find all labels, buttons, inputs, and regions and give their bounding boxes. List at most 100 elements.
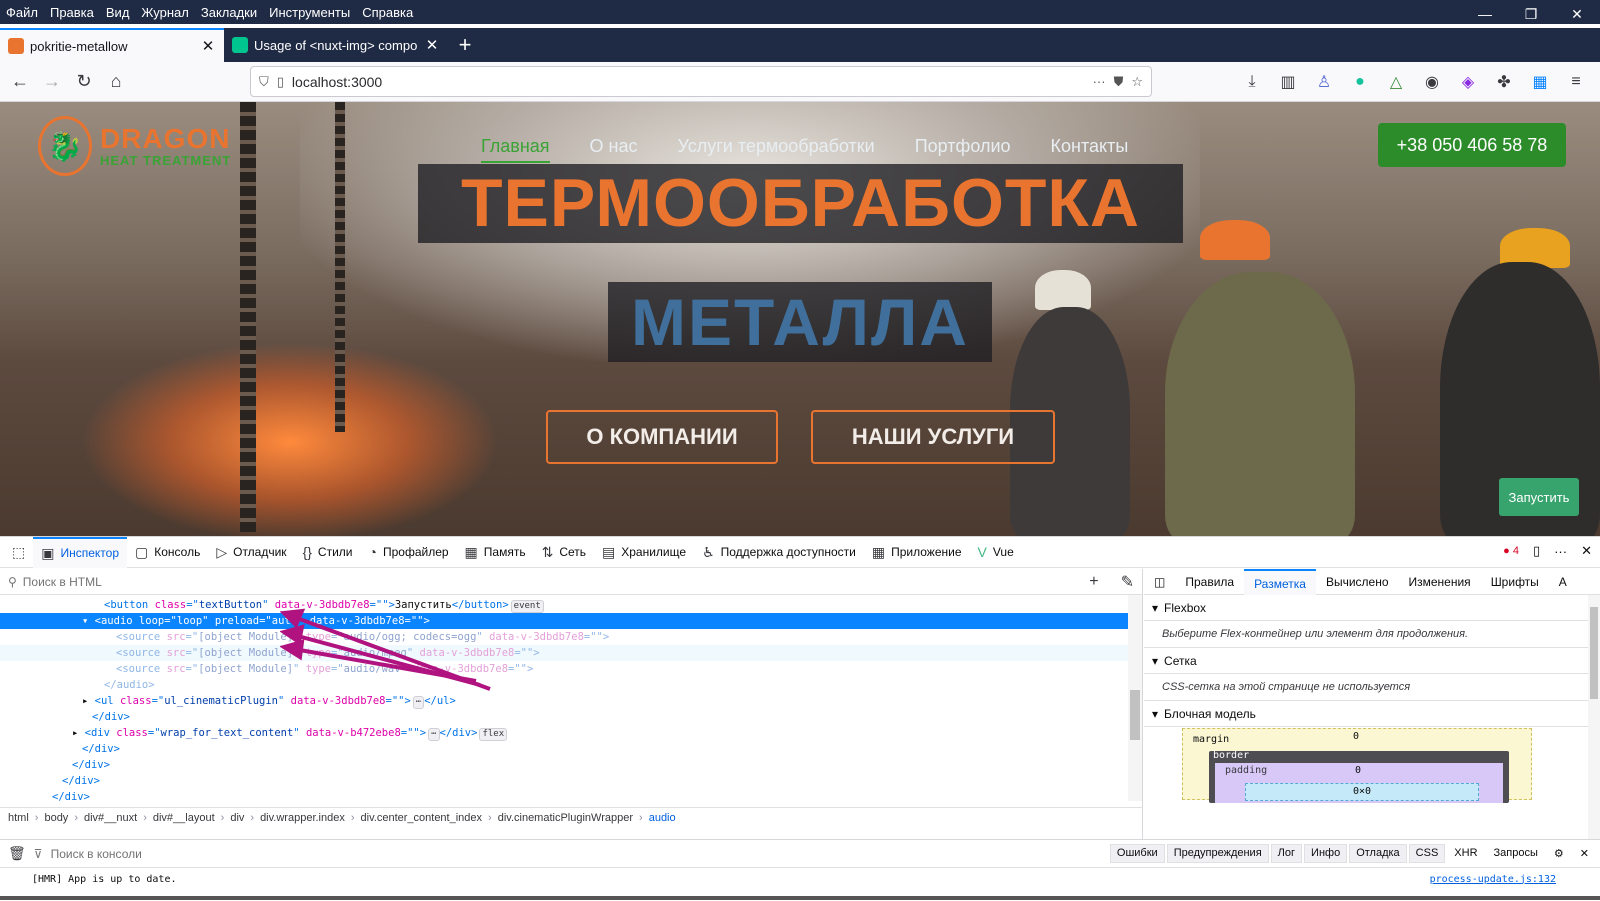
site-nav-portfolio[interactable]: Портфолио [915,136,1011,163]
phone-button[interactable]: +38 050 406 58 78 [1378,123,1566,167]
url-bar[interactable]: ⛉ ▯ localhost:3000 ··· ⛊ ☆ [250,66,1152,97]
extensions-menu-icon[interactable]: ▦ [1524,66,1556,98]
grid-section-header[interactable]: ▾ Сетка [1144,648,1600,674]
tab-pokritie[interactable]: pokritie-metallow ✕ [0,28,224,62]
menu-item[interactable]: Журнал [135,5,194,20]
add-node-icon[interactable]: + [1089,573,1098,591]
console-filter-button[interactable]: Отладка [1349,844,1407,863]
site-nav-contacts[interactable]: Контакты [1051,136,1129,163]
devtools-tab[interactable]: V Vue [970,537,1022,568]
scrollbar-thumb[interactable] [1590,607,1598,699]
dom-node-row[interactable]: ▸ <div class="wrap_for_text_content" dat… [0,725,1142,741]
home-icon[interactable]: ⌂ [100,66,132,98]
flexbox-section-header[interactable]: ▾ Flexbox [1144,595,1600,621]
extension-icon[interactable]: ♙ [1308,66,1340,98]
markup-scrollbar[interactable] [1128,595,1142,801]
sidebar-icon[interactable]: ▥ [1272,66,1304,98]
breadcrumb-item[interactable]: body [44,812,68,824]
trash-icon[interactable]: 🗑 [8,845,26,862]
box-model-margin[interactable]: margin 0 border padding 0 0×0 [1182,728,1532,803]
breadcrumb-item[interactable]: div#__nuxt [84,812,137,824]
our-services-button[interactable]: НАШИ УСЛУГИ [811,410,1055,464]
tab-nuxt-img[interactable]: Usage of <nuxt-img> compon ✕ [224,28,448,62]
close-tab-icon[interactable]: ✕ [424,36,440,54]
sidebar-scrollbar[interactable] [1588,595,1600,839]
sidebar-tab[interactable]: Вычислено [1316,569,1399,595]
close-window-button[interactable]: ✕ [1554,0,1600,28]
box-model-content[interactable]: 0×0 [1245,783,1479,801]
menu-item[interactable]: Правка [44,5,100,20]
console-filter-button[interactable]: Запросы [1487,844,1545,863]
node-badge[interactable]: event [510,600,544,613]
expand-twisty-icon[interactable]: ▸ [82,695,95,707]
box-model-border[interactable]: border padding 0 0×0 [1209,750,1509,803]
eyedropper-icon[interactable]: ✎ [1121,572,1134,592]
drive-icon[interactable]: △ [1380,66,1412,98]
node-badge[interactable]: flex [479,728,508,741]
grammarly-icon[interactable]: ● [1344,66,1376,98]
sidebar-tab[interactable]: Шрифты [1481,569,1549,595]
about-company-button[interactable]: О КОМПАНИИ [546,410,778,464]
dom-node-row[interactable]: <source src="[object Module]" type="audi… [0,629,1142,645]
menu-item[interactable]: Справка [356,5,419,20]
page-actions-icon[interactable]: ··· [1093,74,1106,89]
dom-node-row[interactable]: ▾ <audio loop="loop" preload="auto" data… [0,613,1142,629]
dom-node-row[interactable]: </div> [0,773,1142,789]
reload-icon[interactable]: ↻ [68,66,100,98]
menu-item[interactable]: Вид [100,5,136,20]
toggle-sidebar-icon[interactable]: ◫ [1144,569,1175,595]
shield-icon[interactable]: ⛉ [259,74,269,90]
dom-tree[interactable]: <button class="textButton" data-v-3dbdb7… [0,595,1142,801]
padding-top-value[interactable]: 0 [1355,765,1361,776]
more-options-icon[interactable]: ··· [1554,544,1567,559]
menu-item[interactable]: Закладки [195,5,263,20]
menu-item[interactable]: Инструменты [263,5,356,20]
sidebar-tab[interactable]: Изменения [1399,569,1481,595]
extension-purple-icon[interactable]: ◈ [1452,66,1484,98]
html-search[interactable]: ⚲ Поиск в HTML + ✎ [0,569,1142,595]
devtools-tab[interactable]: ⇅ Сеть [534,537,594,568]
devtools-tab[interactable]: ▦ Память [457,537,534,568]
devtools-tab[interactable]: ▤ Хранилище [594,537,694,568]
breadcrumb-item[interactable]: html [8,812,29,824]
html-search-input[interactable]: Поиск в HTML [23,575,1067,589]
dom-node-row[interactable]: </div> [0,757,1142,773]
restore-button[interactable]: ❐ [1508,0,1554,28]
dom-node-row[interactable]: </audio> [0,677,1142,693]
breadcrumb-item[interactable]: div#__layout [153,812,215,824]
account-icon[interactable]: ◉ [1416,66,1448,98]
error-count-badge[interactable]: ● 4 [1503,545,1519,557]
breadcrumb-item[interactable]: div.cinematicPluginWrapper [498,812,633,824]
boxmodel-section-header[interactable]: ▾ Блочная модель [1144,701,1600,727]
dom-node-row[interactable]: ▸ <ul class="ul_cinematicPlugin" data-v-… [0,693,1142,709]
close-tab-icon[interactable]: ✕ [200,37,216,55]
download-icon[interactable]: ⤓ [1236,66,1268,98]
minimize-button[interactable]: — [1462,0,1508,28]
paw-icon[interactable]: ✤ [1488,66,1520,98]
margin-top-value[interactable]: 0 [1353,731,1359,742]
close-devtools-icon[interactable]: ✕ [1581,543,1592,559]
devtools-tab[interactable]: ♿ Поддержка доступности [694,537,864,568]
close-console-icon[interactable]: ✕ [1573,844,1596,863]
url-text[interactable]: localhost:3000 [292,74,1085,90]
dom-node-row[interactable]: </div> [0,741,1142,757]
site-logo[interactable]: 🐉 DRAGON HEAT TREATMENT [38,116,231,176]
breadcrumb-item[interactable]: audio [649,812,676,824]
console-filter-button[interactable]: Предупреждения [1166,844,1269,863]
devtools-tab[interactable]: ◔ Профайлер [361,537,457,568]
devtools-tab[interactable]: ▦ Приложение [864,537,970,568]
dom-node-row[interactable]: </div> [0,789,1142,801]
dock-icon[interactable]: ▯ [1533,543,1540,559]
dom-node-row[interactable]: <source src="[object Module]" type="audi… [0,645,1142,661]
breadcrumb-item[interactable]: div.wrapper.index [260,812,345,824]
sidebar-tab[interactable]: Правила [1175,569,1244,595]
expand-twisty-icon[interactable]: ▸ [72,727,85,739]
site-nav-services[interactable]: Услуги термообработки [677,136,874,163]
site-nav-home[interactable]: Главная [481,136,550,163]
menu-item[interactable]: Файл [0,5,44,20]
run-audio-button[interactable]: Запустить [1499,478,1579,516]
devtools-tab[interactable]: {} Стили [295,537,361,568]
element-picker-icon[interactable]: ⬚ [4,537,33,568]
sidebar-tab[interactable]: А [1549,569,1577,595]
console-source-link[interactable]: process-update.js:132 [1430,874,1556,885]
